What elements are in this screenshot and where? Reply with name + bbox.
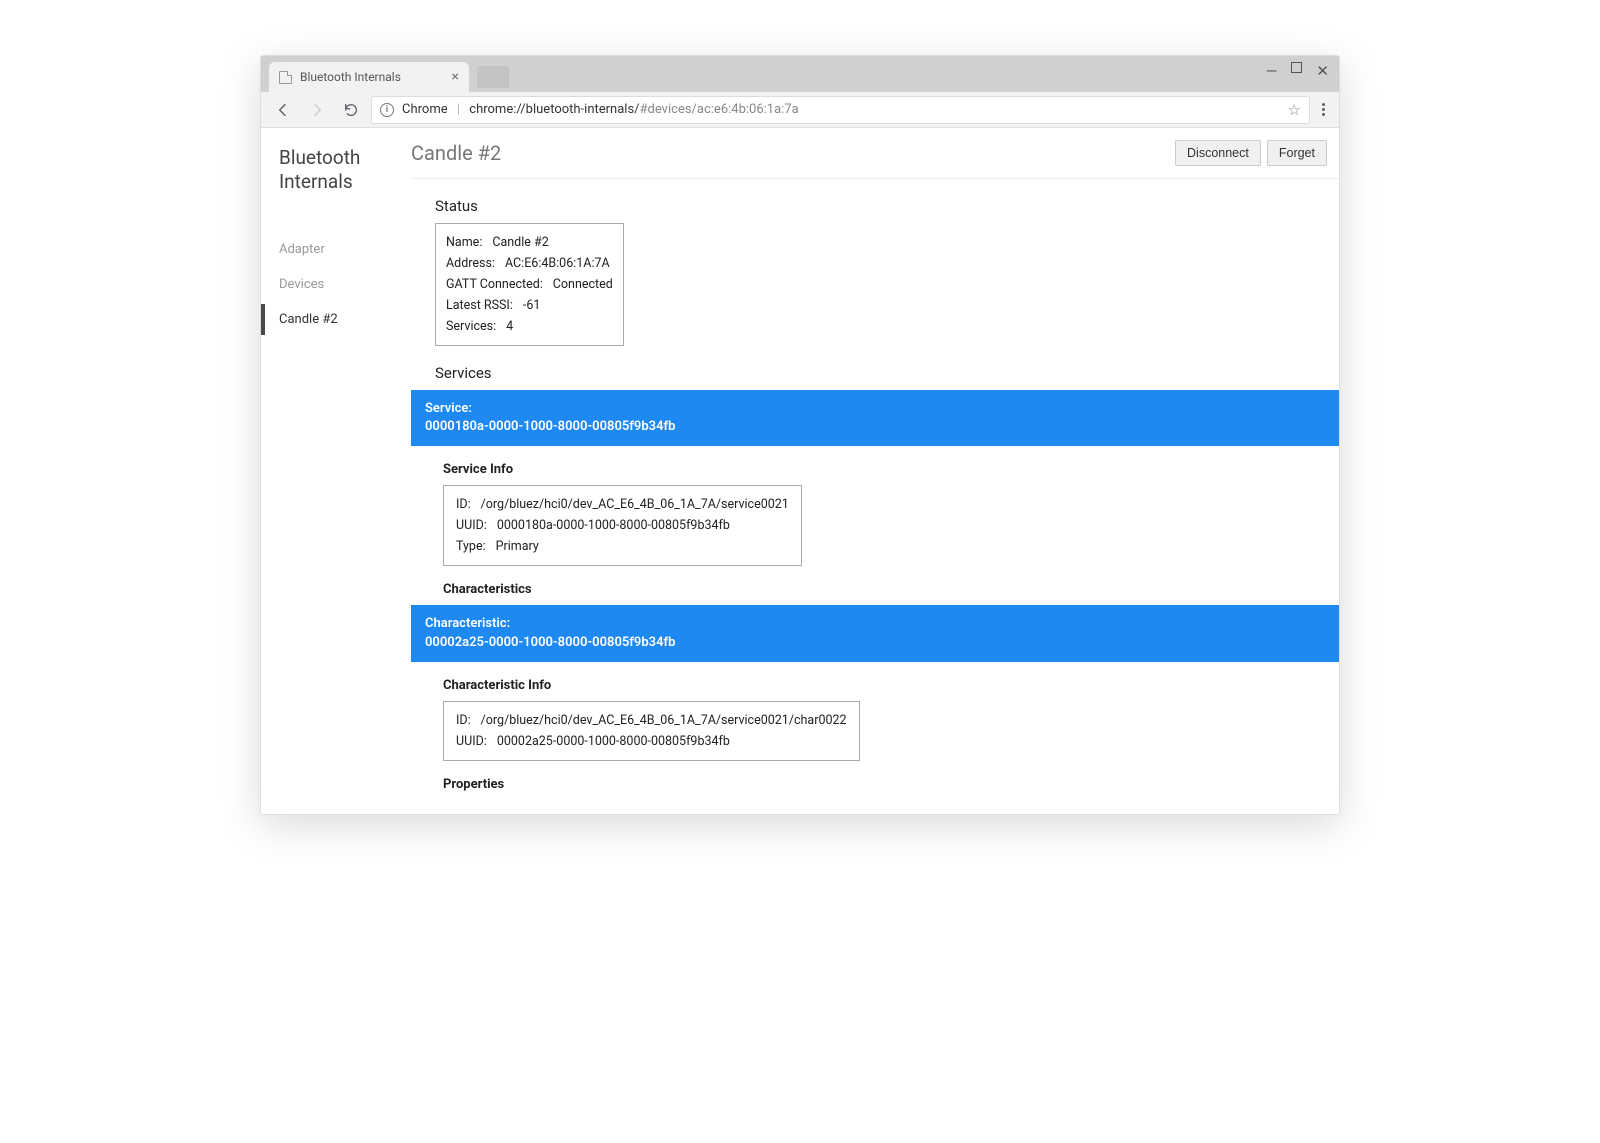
service-info-section: Service Info ID/org/bluez/hci0/dev_AC_E6… — [411, 462, 1339, 597]
svc-type-v: Primary — [496, 539, 539, 554]
url-host: chrome://bluetooth-internals/ — [469, 102, 639, 117]
sidebar-item-adapter[interactable]: Adapter — [279, 232, 411, 267]
char-uuid-v: 00002a25-0000-1000-8000-00805f9b34fb — [497, 734, 730, 749]
characteristics-heading: Characteristics — [443, 582, 1339, 597]
svc-uuid-v: 0000180a-0000-1000-8000-00805f9b34fb — [497, 518, 730, 533]
char-uuid: 00002a25-0000-1000-8000-00805f9b34fb — [425, 634, 1325, 652]
disconnect-button[interactable]: Disconnect — [1175, 140, 1261, 166]
status-addr-k: Address — [446, 256, 495, 271]
status-svc-v: 4 — [506, 319, 513, 334]
svc-type-k: Type — [456, 539, 486, 554]
svc-id-v: /org/bluez/hci0/dev_AC_E6_4B_06_1A_7A/se… — [481, 497, 789, 512]
maximize-icon[interactable] — [1291, 62, 1302, 73]
close-window-icon[interactable]: ✕ — [1316, 62, 1329, 80]
service-uuid: 0000180a-0000-1000-8000-00805f9b34fb — [425, 418, 1325, 436]
char-uuid-k: UUID — [456, 734, 487, 749]
page-icon — [279, 71, 292, 84]
site-info-icon[interactable]: i — [380, 103, 394, 117]
minimize-icon[interactable]: — — [1266, 62, 1278, 80]
new-tab-button[interactable] — [477, 66, 509, 88]
tab-bar: Bluetooth Internals × — ✕ — [261, 56, 1339, 92]
sidebar-title: Bluetooth Internals — [279, 146, 411, 194]
char-id-k: ID — [456, 713, 471, 728]
reload-button[interactable] — [337, 96, 365, 124]
status-name-k: Name — [446, 235, 482, 250]
url-separator: | — [457, 102, 460, 117]
service-info-box: ID/org/bluez/hci0/dev_AC_E6_4B_06_1A_7A/… — [443, 485, 802, 566]
address-bar[interactable]: i Chrome | chrome://bluetooth-internals/… — [371, 96, 1310, 124]
char-id-v: /org/bluez/hci0/dev_AC_E6_4B_06_1A_7A/se… — [481, 713, 847, 728]
status-rssi-v: -61 — [523, 298, 541, 313]
main-panel: Candle #2 Disconnect Forget Status Name C… — [411, 128, 1339, 814]
status-section: Status Name Candle #2 Address AC:E6:4B:06:… — [411, 197, 1339, 382]
page-content: Bluetooth Internals Adapter Devices Cand… — [261, 128, 1339, 814]
bookmark-star-icon[interactable]: ☆ — [1288, 101, 1301, 119]
service-info-heading: Service Info — [443, 462, 1339, 477]
status-addr-v: AC:E6:4B:06:1A:7A — [505, 256, 610, 271]
status-svc-k: Services — [446, 319, 496, 334]
status-rssi-k: Latest RSSI — [446, 298, 513, 313]
service-row[interactable]: Service: 0000180a-0000-1000-8000-00805f9… — [411, 390, 1339, 446]
svc-uuid-k: UUID — [456, 518, 487, 533]
char-info-box: ID/org/bluez/hci0/dev_AC_E6_4B_06_1A_7A/… — [443, 701, 860, 761]
svc-id-k: ID — [456, 497, 471, 512]
status-gatt-k: GATT Connected — [446, 277, 543, 292]
status-name-v: Candle #2 — [492, 235, 548, 250]
status-heading: Status — [435, 197, 1339, 215]
back-button[interactable] — [269, 96, 297, 124]
page-title: Candle #2 — [411, 141, 501, 165]
sidebar-item-candle[interactable]: Candle #2 — [279, 302, 411, 337]
status-gatt-v: Connected — [553, 277, 613, 292]
url-path: #devices/ac:e6:4b:06:1a:7a — [640, 102, 799, 117]
tab-title: Bluetooth Internals — [300, 70, 401, 84]
page-header: Candle #2 Disconnect Forget — [411, 140, 1339, 179]
url-scheme: Chrome — [402, 102, 448, 117]
chrome-window: Bluetooth Internals × — ✕ i Chrome | chr… — [260, 55, 1340, 815]
close-tab-icon[interactable]: × — [452, 69, 459, 85]
browser-tab[interactable]: Bluetooth Internals × — [269, 62, 469, 92]
window-controls: — ✕ — [1266, 62, 1329, 80]
service-label: Service: — [425, 400, 1325, 418]
chrome-menu-icon[interactable] — [1322, 103, 1325, 116]
char-info-section: Characteristic Info ID/org/bluez/hci0/de… — [411, 678, 1339, 792]
toolbar: i Chrome | chrome://bluetooth-internals/… — [261, 92, 1339, 128]
forget-button[interactable]: Forget — [1267, 140, 1327, 166]
services-heading: Services — [435, 364, 1339, 382]
sidebar: Bluetooth Internals Adapter Devices Cand… — [261, 128, 411, 814]
properties-heading: Properties — [443, 777, 1339, 792]
status-box: Name Candle #2 Address AC:E6:4B:06:1A:7A G… — [435, 223, 624, 346]
char-label: Characteristic: — [425, 615, 1325, 633]
sidebar-item-devices[interactable]: Devices — [279, 267, 411, 302]
characteristic-row[interactable]: Characteristic: 00002a25-0000-1000-8000-… — [411, 605, 1339, 661]
forward-button[interactable] — [303, 96, 331, 124]
char-info-heading: Characteristic Info — [443, 678, 1339, 693]
